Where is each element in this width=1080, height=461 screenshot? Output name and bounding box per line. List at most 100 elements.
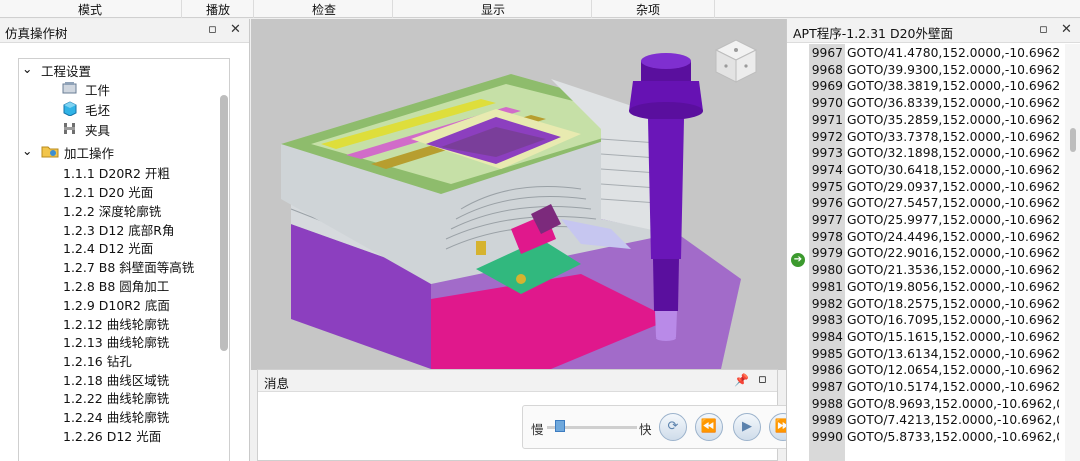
speed-slider-knob[interactable] (555, 420, 565, 432)
code-line[interactable]: 9969 GOTO/38.3819,152.0000,-10.6962,0. (809, 79, 1059, 95)
line-text: GOTO/41.4780,152.0000,-10.6962,0. (847, 46, 1059, 60)
code-line[interactable]: 9986 GOTO/12.0654,152.0000,-10.6962,0. (809, 363, 1059, 379)
line-number: 9989 (811, 413, 843, 428)
code-line[interactable]: 9973 GOTO/32.1898,152.0000,-10.6962,0. (809, 146, 1059, 162)
scrollbar-thumb[interactable] (1070, 128, 1076, 152)
code-line[interactable]: 9990 GOTO/5.8733,152.0000,-10.6962,0.0 (809, 430, 1059, 446)
menu-misc[interactable]: 杂项 (636, 1, 660, 18)
simulation-viewport[interactable] (251, 19, 786, 370)
line-text: GOTO/21.3536,152.0000,-10.6962,0. (847, 263, 1059, 278)
tree-item-operation[interactable]: 1.2.18 曲线区域铣 (63, 370, 169, 389)
fixture-icon (64, 123, 75, 134)
stock-icon (63, 101, 77, 116)
code-scrollbar[interactable] (1065, 44, 1080, 461)
close-icon[interactable]: ✕ (230, 22, 241, 37)
code-line[interactable]: 9978 GOTO/24.4496,152.0000,-10.6962,0. (809, 230, 1059, 246)
menu-display[interactable]: 显示 (481, 1, 505, 18)
tree-scrollbar[interactable] (220, 95, 228, 351)
tree-item-operation[interactable]: 1.2.13 曲线轮廓铣 (63, 332, 169, 351)
tree-item-operation[interactable]: 1.2.1 D20 光面 (63, 182, 153, 201)
expander-icon[interactable]: ⌄ (22, 143, 32, 158)
tree-item-operation[interactable]: 1.1.1 D20R2 开粗 (63, 163, 170, 182)
tree-item-operation[interactable]: 1.2.26 D12 光面 (63, 426, 161, 445)
line-text: GOTO/7.4213,152.0000,-10.6962,0.0 (847, 413, 1059, 428)
loop-icon[interactable]: ⟳ (659, 413, 687, 441)
panel-header: 仿真操作树 ▫ ✕ (0, 19, 249, 43)
tree-item-fixture[interactable]: 夹具 (85, 120, 110, 139)
code-line[interactable]: 9975 GOTO/29.0937,152.0000,-10.6962,0. (809, 180, 1059, 196)
tree-item-operation[interactable]: 1.2.24 曲线轮廓铣 (63, 407, 169, 426)
line-text: GOTO/15.1615,152.0000,-10.6962,0. (847, 329, 1059, 344)
rewind-icon[interactable]: ⏪ (695, 413, 723, 441)
line-number: 9970 (811, 96, 843, 111)
panel-title: 消息 (264, 376, 290, 391)
code-line[interactable]: 9982 GOTO/18.2575,152.0000,-10.6962,0. (809, 297, 1059, 313)
line-number: 9968 (811, 62, 843, 77)
line-text: GOTO/35.2859,152.0000,-10.6962,0. (847, 112, 1059, 127)
line-number: 9973 (811, 146, 843, 161)
tree-item-operation[interactable]: 1.2.3 D12 底部R角 (63, 220, 174, 239)
code-line[interactable]: 9971 GOTO/35.2859,152.0000,-10.6962,0. (809, 113, 1059, 129)
line-number: 9979 (811, 246, 843, 261)
speed-fast-label: 快 (639, 422, 652, 437)
apt-program-panel: APT程序-1.2.31 D20外壁面 ▫ ✕ ➔ 9967 GOTO/41.47… (786, 19, 1080, 461)
code-line[interactable]: 9967 GOTO/41.4780,152.0000,-10.6962,0. (809, 46, 1059, 62)
menu-play[interactable]: 播放 (206, 1, 230, 18)
tree-item-operation[interactable]: 1.2.12 曲线轮廓铣 (63, 314, 169, 333)
play-icon[interactable]: ▶ (733, 413, 761, 441)
line-text: GOTO/30.6418,152.0000,-10.6962,0. (847, 162, 1059, 177)
menu-check[interactable]: 检查 (312, 1, 336, 18)
code-line[interactable]: 9984 GOTO/15.1615,152.0000,-10.6962,0. (809, 330, 1059, 346)
line-number: 9971 (811, 112, 843, 127)
expander-icon[interactable]: ⌄ (22, 61, 32, 76)
line-text: GOTO/24.4496,152.0000,-10.6962,0. (847, 229, 1059, 244)
line-text: GOTO/32.1898,152.0000,-10.6962,0. (847, 146, 1059, 161)
tree-item-workpiece[interactable]: 工件 (85, 80, 110, 99)
code-line[interactable]: 9987 GOTO/10.5174,152.0000,-10.6962,0. (809, 380, 1059, 396)
code-line[interactable]: 9970 GOTO/36.8339,152.0000,-10.6962,0. (809, 96, 1059, 112)
tree-item-operation[interactable]: 1.2.4 D12 光面 (63, 238, 153, 257)
menu-separator (253, 0, 254, 18)
apt-code-listing[interactable]: 9967 GOTO/41.4780,152.0000,-10.6962,0. 996… (809, 44, 1059, 461)
line-number: 9984 (811, 329, 843, 344)
code-line[interactable]: 9983 GOTO/16.7095,152.0000,-10.6962,0. (809, 313, 1059, 329)
tree-item-operation[interactable]: 1.2.9 D10R2 底面 (63, 295, 170, 314)
tree-item-operation[interactable]: 1.2.8 B8 圆角加工 (63, 276, 169, 295)
line-text: GOTO/19.8056,152.0000,-10.6962,0. (847, 279, 1059, 294)
line-text: GOTO/16.7095,152.0000,-10.6962,0. (847, 313, 1059, 328)
tree-item-operation[interactable]: 1.2.16 钻孔 (63, 351, 132, 370)
tree-item-operation[interactable]: 1.2.22 曲线轮廓铣 (63, 388, 169, 407)
pin-icon[interactable]: 📌 (734, 373, 749, 387)
code-line[interactable]: 9977 GOTO/25.9977,152.0000,-10.6962,0. (809, 213, 1059, 229)
panel-header: 消息 📌 ▫ (258, 370, 777, 392)
code-line[interactable]: 9968 GOTO/39.9300,152.0000,-10.6962,0. (809, 63, 1059, 79)
code-line[interactable]: 9979 GOTO/22.9016,152.0000,-10.6962,0. (809, 246, 1059, 262)
code-line[interactable]: 9980 GOTO/21.3536,152.0000,-10.6962,0. (809, 263, 1059, 279)
code-line[interactable]: 9972 GOTO/33.7378,152.0000,-10.6962,0. (809, 130, 1059, 146)
code-line[interactable]: 9981 GOTO/19.8056,152.0000,-10.6962,0. (809, 280, 1059, 296)
code-line[interactable]: 9988 GOTO/8.9693,152.0000,-10.6962,0.0 (809, 397, 1059, 413)
tree-item-operation[interactable]: 1.2.7 B8 斜壁面等高铣 (63, 257, 194, 276)
line-number: 9982 (811, 296, 843, 311)
float-icon[interactable]: ▫ (208, 22, 217, 37)
code-line[interactable]: 9974 GOTO/30.6418,152.0000,-10.6962,0. (809, 163, 1059, 179)
tree-item-operations[interactable]: 加工操作 (64, 143, 114, 162)
code-line[interactable]: 9985 GOTO/13.6134,152.0000,-10.6962,0. (809, 347, 1059, 363)
code-line[interactable]: 9976 GOTO/27.5457,152.0000,-10.6962,0. (809, 196, 1059, 212)
close-icon[interactable]: ✕ (1061, 22, 1072, 37)
code-gutter: ➔ (787, 44, 809, 461)
tree-item-operation[interactable]: 1.2.2 深度轮廓铣 (63, 201, 161, 220)
line-text: GOTO/13.6134,152.0000,-10.6962,0. (847, 346, 1059, 361)
float-icon[interactable]: ▫ (758, 372, 767, 387)
menu-separator (392, 0, 393, 18)
view-cube-icon[interactable] (712, 36, 760, 84)
tree-item-stock[interactable]: 毛坯 (85, 100, 110, 119)
line-text: GOTO/38.3819,152.0000,-10.6962,0. (847, 79, 1059, 94)
line-text: GOTO/5.8733,152.0000,-10.6962,0.0 (847, 430, 1059, 445)
code-line[interactable]: 9989 GOTO/7.4213,152.0000,-10.6962,0.0 (809, 413, 1059, 429)
line-number: 9976 (811, 196, 843, 211)
float-icon[interactable]: ▫ (1039, 22, 1048, 37)
line-number: 9985 (811, 346, 843, 361)
menu-mode[interactable]: 模式 (78, 1, 102, 18)
tree-item-project-settings[interactable]: 工程设置 (41, 61, 91, 80)
